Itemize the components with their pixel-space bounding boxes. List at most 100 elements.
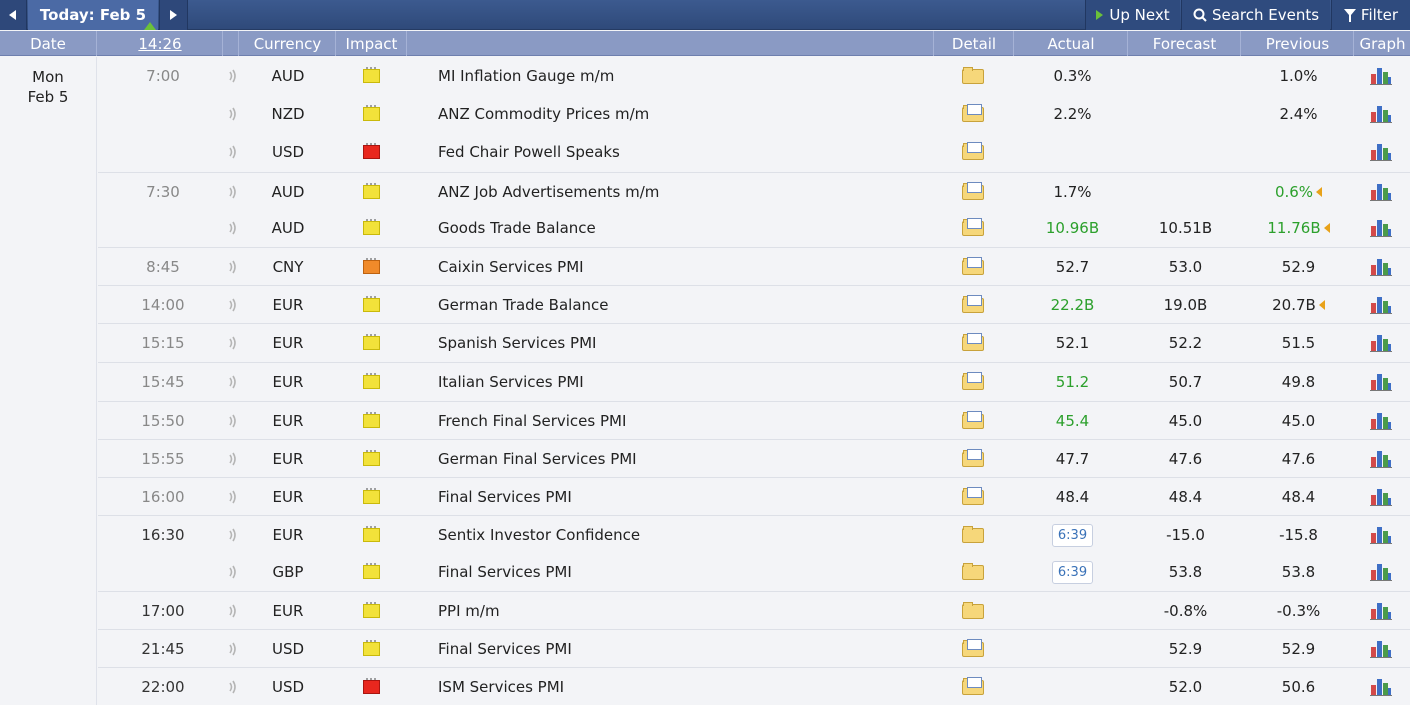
up-next-button[interactable]: Up Next (1085, 0, 1180, 30)
sound-alert-icon[interactable] (226, 57, 240, 95)
event-title[interactable]: ISM Services PMI (438, 668, 918, 705)
graph-button[interactable] (1366, 478, 1396, 516)
graph-button[interactable] (1366, 248, 1396, 286)
event-row[interactable]: 7:30 AUD ANZ Job Advertisements m/m 1.7% 0.6… (98, 172, 1410, 210)
sound-alert-icon[interactable] (226, 324, 240, 362)
previous-day-button[interactable] (0, 0, 27, 30)
sound-alert-icon[interactable] (226, 668, 240, 705)
graph-button[interactable] (1366, 553, 1396, 591)
event-row[interactable]: 15:55 EUR German Final Services PMI 47.7 47.… (98, 439, 1410, 477)
graph-button[interactable] (1366, 440, 1396, 478)
event-title[interactable]: Caixin Services PMI (438, 248, 918, 286)
filter-button[interactable]: Filter (1331, 0, 1410, 30)
sound-alert-icon[interactable] (226, 173, 240, 211)
detail-button[interactable] (958, 363, 988, 401)
event-row[interactable]: 22:00 USD ISM Services PMI 52.0 50.6 (98, 667, 1410, 705)
sound-alert-icon[interactable] (226, 363, 240, 401)
graph-button[interactable] (1366, 209, 1396, 247)
sound-alert-icon[interactable] (226, 516, 240, 554)
event-row[interactable]: 17:00 EUR PPI m/m -0.8% -0.3% (98, 591, 1410, 629)
event-row[interactable]: AUD Goods Trade Balance 10.96B 10.51B 11.76B (98, 209, 1410, 247)
event-title[interactable]: German Final Services PMI (438, 440, 918, 478)
event-title[interactable]: ANZ Job Advertisements m/m (438, 173, 918, 211)
event-row[interactable]: NZD ANZ Commodity Prices m/m 2.2% 2.4% (98, 95, 1410, 133)
graph-button[interactable] (1366, 402, 1396, 440)
event-title[interactable]: German Trade Balance (438, 286, 918, 324)
sound-alert-icon[interactable] (226, 402, 240, 440)
next-day-button[interactable] (159, 0, 188, 30)
sound-alert-icon[interactable] (226, 286, 240, 324)
col-sound (224, 31, 239, 56)
event-title[interactable]: Spanish Services PMI (438, 324, 918, 362)
event-title[interactable]: Sentix Investor Confidence (438, 516, 918, 554)
event-title[interactable]: ANZ Commodity Prices m/m (438, 95, 918, 133)
event-title[interactable]: PPI m/m (438, 592, 918, 630)
event-title[interactable]: Goods Trade Balance (438, 209, 918, 247)
detail-button[interactable] (958, 324, 988, 362)
event-row[interactable]: 15:45 EUR Italian Services PMI 51.2 50.7 49.8 (98, 362, 1410, 400)
event-row[interactable]: 15:15 EUR Spanish Services PMI 52.1 52.2 51.5 (98, 323, 1410, 361)
detail-button[interactable] (958, 440, 988, 478)
event-row[interactable]: 14:00 EUR German Trade Balance 22.2B 19.0B 20… (98, 285, 1410, 323)
sound-alert-icon[interactable] (226, 248, 240, 286)
detail-button[interactable] (958, 478, 988, 516)
sound-alert-icon[interactable] (226, 553, 240, 591)
sound-alert-icon[interactable] (226, 440, 240, 478)
sound-alert-icon[interactable] (226, 209, 240, 247)
sound-alert-icon[interactable] (226, 630, 240, 668)
event-title[interactable]: Final Services PMI (438, 553, 918, 591)
col-time[interactable]: 14:26 (98, 31, 223, 56)
event-title[interactable]: Italian Services PMI (438, 363, 918, 401)
sound-alert-icon[interactable] (226, 95, 240, 133)
graph-button[interactable] (1366, 516, 1396, 554)
today-button[interactable]: Today: Feb 5 (28, 0, 158, 30)
event-title[interactable]: French Final Services PMI (438, 402, 918, 440)
detail-button[interactable] (958, 630, 988, 668)
event-row[interactable]: GBP Final Services PMI 6:39 53.8 53.8 (98, 553, 1410, 591)
event-row[interactable]: 21:45 USD Final Services PMI 52.9 52.9 (98, 629, 1410, 667)
search-events-button[interactable]: Search Events (1181, 0, 1330, 30)
graph-button[interactable] (1366, 57, 1396, 95)
graph-button[interactable] (1366, 592, 1396, 630)
folder-icon (962, 601, 984, 619)
event-title[interactable]: Final Services PMI (438, 630, 918, 668)
event-time: 7:30 (146, 183, 180, 201)
event-row[interactable]: USD Fed Chair Powell Speaks (98, 133, 1410, 171)
event-title[interactable]: Final Services PMI (438, 478, 918, 516)
event-title[interactable]: Fed Chair Powell Speaks (438, 133, 918, 171)
event-row[interactable]: 16:00 EUR Final Services PMI 48.4 48.4 48.4 (98, 477, 1410, 515)
sound-alert-icon[interactable] (226, 478, 240, 516)
event-title[interactable]: MI Inflation Gauge m/m (438, 57, 918, 95)
impact-yellow-icon (362, 602, 380, 618)
detail-button[interactable] (958, 95, 988, 133)
detail-button[interactable] (958, 592, 988, 630)
graph-button[interactable] (1366, 668, 1396, 705)
graph-button[interactable] (1366, 286, 1396, 324)
graph-button[interactable] (1366, 133, 1396, 171)
detail-button[interactable] (958, 402, 988, 440)
detail-button[interactable] (958, 248, 988, 286)
event-row[interactable]: 15:50 EUR French Final Services PMI 45.4 45.… (98, 401, 1410, 439)
detail-button[interactable] (958, 173, 988, 211)
event-previous: 1.0% (1242, 57, 1355, 95)
graph-button[interactable] (1366, 630, 1396, 668)
detail-button[interactable] (958, 286, 988, 324)
detail-button[interactable] (958, 209, 988, 247)
detail-button[interactable] (958, 553, 988, 591)
sound-alert-icon[interactable] (226, 133, 240, 171)
event-row[interactable]: 16:30 EUR Sentix Investor Confidence 6:39 -1… (98, 515, 1410, 553)
event-row[interactable]: 7:00 AUD MI Inflation Gauge m/m 0.3% 1.0% (98, 57, 1410, 95)
graph-button[interactable] (1366, 95, 1396, 133)
bar-graph-icon (1370, 640, 1392, 658)
graph-button[interactable] (1366, 173, 1396, 211)
event-forecast: -15.0 (1166, 526, 1205, 544)
detail-button[interactable] (958, 668, 988, 705)
event-row[interactable]: 8:45 CNY Caixin Services PMI 52.7 53.0 52.9 (98, 247, 1410, 285)
graph-button[interactable] (1366, 363, 1396, 401)
detail-button[interactable] (958, 516, 988, 554)
detail-button[interactable] (958, 133, 988, 171)
detail-button[interactable] (958, 57, 988, 95)
event-actual (1016, 592, 1129, 630)
graph-button[interactable] (1366, 324, 1396, 362)
sound-alert-icon[interactable] (226, 592, 240, 630)
